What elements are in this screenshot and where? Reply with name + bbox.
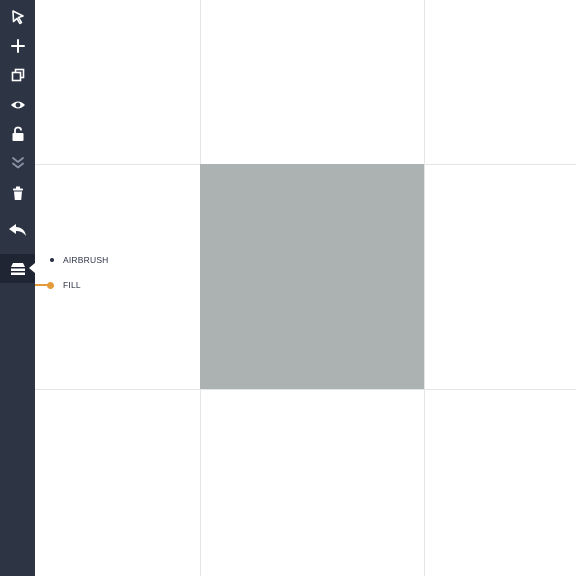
left-toolbar	[0, 0, 35, 576]
visibility-button[interactable]	[0, 92, 35, 118]
layers-icon	[10, 262, 25, 275]
layer-bullet	[50, 258, 54, 262]
delete-button[interactable]	[0, 180, 35, 206]
duplicate-button[interactable]	[0, 62, 35, 88]
layer-item-label: AIRBRUSH	[63, 255, 109, 265]
select-tool-button[interactable]	[0, 4, 35, 30]
duplicate-icon	[11, 68, 24, 82]
gray-square-shape[interactable]	[200, 164, 424, 389]
undo-arrow-icon	[8, 224, 26, 236]
layer-item-label: FILL	[63, 280, 81, 290]
grid-line-vertical	[424, 0, 425, 576]
move-down-button[interactable]	[0, 150, 35, 176]
add-button[interactable]	[0, 33, 35, 59]
lock-icon	[12, 126, 23, 141]
eye-icon	[10, 101, 25, 109]
lock-button[interactable]	[0, 121, 35, 147]
layer-menu: AIRBRUSH FILL	[35, 250, 155, 298]
layer-item-fill[interactable]: FILL	[35, 277, 145, 293]
undo-button[interactable]	[0, 217, 35, 243]
plus-icon	[10, 39, 25, 53]
trash-icon	[12, 186, 23, 200]
cursor-arrow-icon	[11, 10, 24, 25]
app-window: AIRBRUSH FILL	[0, 0, 576, 576]
layer-item-airbrush[interactable]: AIRBRUSH	[35, 252, 145, 268]
double-chevron-down-icon	[11, 157, 24, 169]
grid-line-horizontal	[35, 389, 576, 390]
active-layer-dot	[47, 281, 54, 289]
